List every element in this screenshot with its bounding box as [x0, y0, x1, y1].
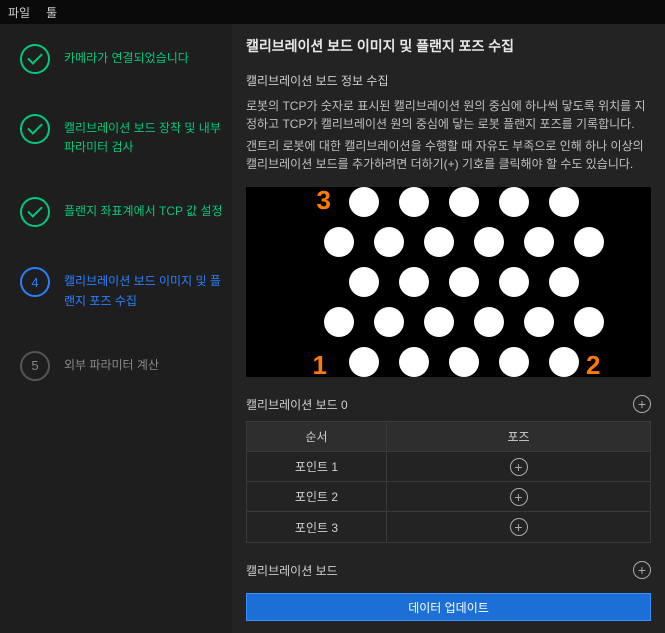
corner-marker-2: 2 [586, 350, 600, 381]
instruction-text: 로봇의 TCP가 숫자로 표시된 캘리브레이션 원의 중심에 하나씩 닿도록 위… [246, 97, 651, 133]
menubar: 파일 툴 [0, 0, 665, 24]
board-section-header: 캘리브레이션 보드 0 + [246, 391, 651, 417]
step-4[interactable]: 4 캘리브레이션 보드 이미지 및 플랜지 포즈 수집 [20, 267, 224, 310]
table-row: 포인트 3 + [247, 512, 650, 542]
row-label: 포인트 3 [247, 512, 387, 542]
step-2[interactable]: 캘리브레이션 보드 장착 및 내부 파라미터 검사 [20, 114, 224, 157]
menu-file[interactable]: 파일 [8, 4, 30, 21]
board-footer-header: 캘리브레이션 보드 + [246, 557, 651, 583]
update-data-button[interactable]: 데이터 업데이트 [246, 593, 651, 621]
page-title: 캘리브레이션 보드 이미지 및 플랜지 포즈 수집 [246, 36, 651, 56]
row-label: 포인트 1 [247, 452, 387, 481]
col-pose: 포즈 [387, 428, 650, 445]
check-icon [20, 114, 50, 144]
add-pose-icon[interactable]: + [510, 518, 528, 536]
table-header: 순서 포즈 [247, 422, 650, 452]
add-board-icon[interactable]: + [633, 395, 651, 413]
step-label: 카메라가 연결되었습니다 [64, 44, 189, 68]
step-1[interactable]: 카메라가 연결되었습니다 [20, 44, 224, 74]
corner-marker-3: 3 [317, 185, 331, 216]
row-label: 포인트 2 [247, 482, 387, 511]
menu-tools[interactable]: 툴 [46, 4, 57, 21]
instruction-text: 갠트리 로봇에 대한 캘리브레이션을 수행할 때 자유도 부족으로 인해 하나 … [246, 137, 651, 173]
step-label: 캘리브레이션 보드 이미지 및 플랜지 포즈 수집 [64, 267, 224, 310]
section-subtitle: 캘리브레이션 보드 정보 수집 [246, 72, 651, 89]
add-pose-icon[interactable]: + [510, 458, 528, 476]
pose-table: 순서 포즈 포인트 1 + 포인트 2 + 포인트 3 + [246, 421, 651, 543]
board-footer-label: 캘리브레이션 보드 [246, 562, 338, 579]
corner-marker-1: 1 [313, 350, 327, 381]
calibration-board-image: 3 1 2 [246, 187, 651, 377]
step-5[interactable]: 5 외부 파라미터 계산 [20, 351, 224, 381]
step-label: 플랜지 좌표계에서 TCP 값 설정 [64, 197, 223, 221]
check-icon [20, 44, 50, 74]
step-number-icon: 5 [20, 351, 50, 381]
add-pose-icon[interactable]: + [510, 488, 528, 506]
board-section-title: 캘리브레이션 보드 0 [246, 396, 348, 413]
step-number-icon: 4 [20, 267, 50, 297]
col-order: 순서 [247, 422, 387, 451]
add-board-icon[interactable]: + [633, 561, 651, 579]
check-icon [20, 197, 50, 227]
steps-sidebar: 카메라가 연결되었습니다 캘리브레이션 보드 장착 및 내부 파라미터 검사 플… [0, 24, 232, 633]
table-row: 포인트 1 + [247, 452, 650, 482]
main-panel: 캘리브레이션 보드 이미지 및 플랜지 포즈 수집 캘리브레이션 보드 정보 수… [232, 24, 665, 633]
step-label: 외부 파라미터 계산 [64, 351, 159, 375]
step-label: 캘리브레이션 보드 장착 및 내부 파라미터 검사 [64, 114, 224, 157]
step-3[interactable]: 플랜지 좌표계에서 TCP 값 설정 [20, 197, 224, 227]
table-row: 포인트 2 + [247, 482, 650, 512]
